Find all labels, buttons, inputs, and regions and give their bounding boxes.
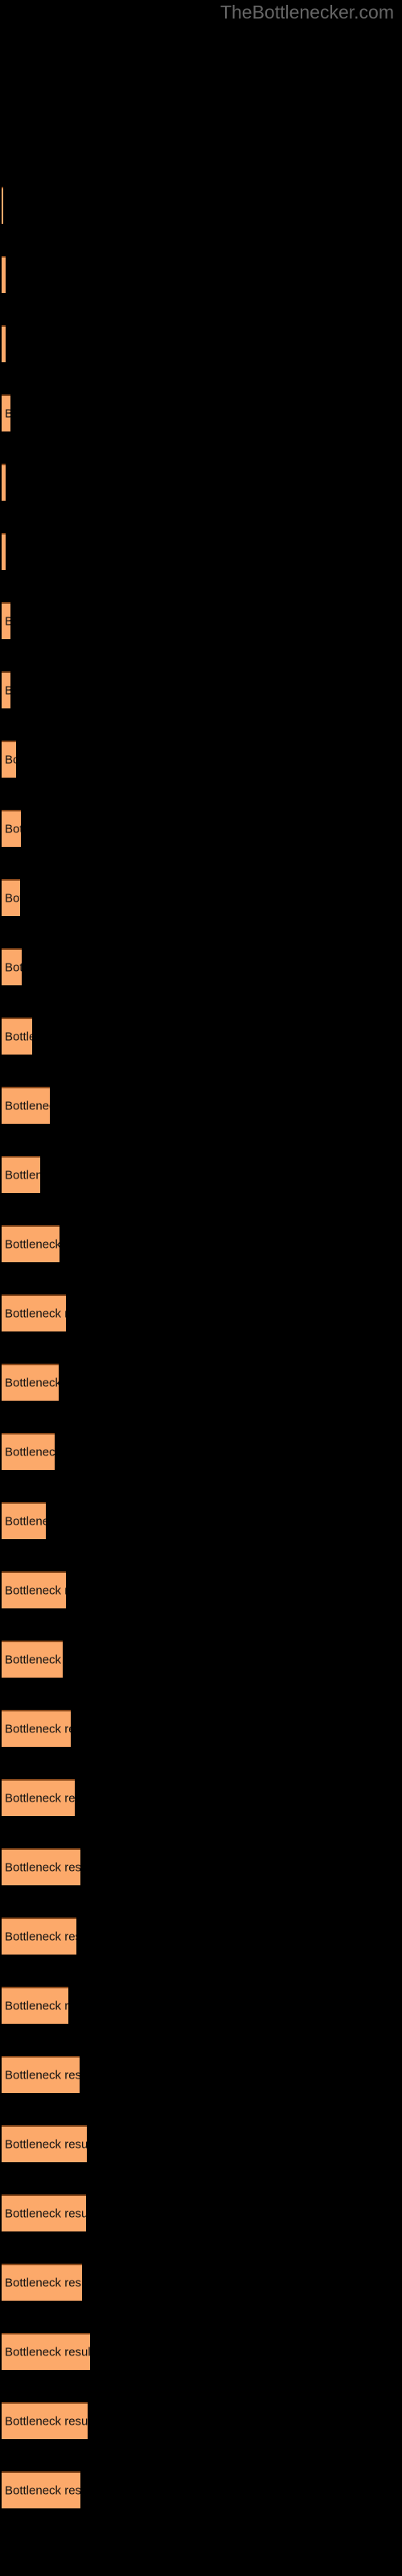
- bar-label: Bottleneck result: [5, 407, 10, 421]
- bar-label: Bottleneck result: [5, 1030, 32, 1044]
- bar-item[interactable]: Bottleneck result: [2, 948, 22, 985]
- bar-label: Bottleneck result: [5, 2414, 88, 2429]
- bar-item[interactable]: Bottleneck result: [2, 1294, 66, 1331]
- bar-label: Bottleneck result: [5, 891, 20, 906]
- bar-label: Bottleneck result: [5, 269, 6, 283]
- bar-label: Bottleneck result: [5, 2068, 80, 2083]
- bar-label: Bottleneck result: [5, 338, 6, 352]
- bar-label: Bottleneck result: [5, 2345, 90, 2359]
- bar-item[interactable]: Bottleneck result: [2, 2402, 88, 2439]
- bar-item[interactable]: Bottleneck result: [2, 671, 10, 708]
- bar-item[interactable]: Bottleneck result: [2, 1433, 55, 1470]
- bar-item[interactable]: Bottleneck result: [2, 1018, 32, 1055]
- bar-item[interactable]: Bottleneck result: [2, 1918, 76, 1955]
- bar-label: Bottleneck result: [5, 684, 10, 698]
- bar-item[interactable]: Bottleneck result: [2, 1641, 63, 1678]
- bar-label: Bottleneck result: [5, 1099, 50, 1113]
- bar-label: Bottleneck result: [5, 477, 6, 490]
- bar-item[interactable]: Bottleneck result: [2, 1364, 59, 1401]
- bar-item[interactable]: Bottleneck result: [2, 533, 6, 570]
- bar-label: Bottleneck result: [5, 753, 16, 767]
- bar-label: Bottleneck result: [5, 822, 21, 836]
- bar-item[interactable]: Bottleneck result: [2, 464, 6, 501]
- bar-label: Bottleneck result: [5, 960, 22, 975]
- bar-label: Bottleneck result: [5, 1722, 71, 1736]
- bar-item[interactable]: Bottleneck result: [2, 741, 16, 778]
- bar-label: Bottleneck result: [5, 1791, 75, 1806]
- bar-label: Bottleneck result: [5, 2137, 87, 2152]
- bar-label: Bottleneck result: [5, 615, 10, 629]
- bar-item[interactable]: Bottleneck result: [2, 325, 6, 362]
- bar-item[interactable]: Bottleneck result: [2, 1571, 66, 1608]
- bar-label: Bottleneck result: [5, 1653, 63, 1667]
- bar-item[interactable]: Bottleneck result: [2, 1087, 50, 1124]
- bar-label: Bottleneck result: [5, 1168, 40, 1183]
- bar-item[interactable]: Bottleneck result: [2, 2471, 80, 2508]
- bar-item[interactable]: Bottleneck result: [2, 187, 3, 224]
- bar-item[interactable]: Bottleneck result: [2, 2194, 86, 2231]
- bar-item[interactable]: Bottleneck result: [2, 2056, 80, 2093]
- bar-label: Bottleneck result: [5, 546, 6, 559]
- bar-item[interactable]: Bottleneck result: [2, 1502, 46, 1539]
- bar-label: Bottleneck result: [5, 2207, 86, 2221]
- bottleneck-bar-chart: TheBottlenecker.com Bottleneck resultBot…: [0, 0, 402, 2576]
- bar-label: Bottleneck result: [5, 1930, 76, 1944]
- bar-label: Bottleneck result: [5, 1999, 68, 2013]
- bar-item[interactable]: Bottleneck result: [2, 2333, 90, 2370]
- bar-item[interactable]: Bottleneck result: [2, 394, 10, 431]
- bar-item[interactable]: Bottleneck result: [2, 602, 10, 639]
- bar-item[interactable]: Bottleneck result: [2, 1225, 59, 1262]
- bar-series: Bottleneck result Bottleneck result Bottle…: [0, 0, 402, 2576]
- bar-item[interactable]: Bottleneck result: [2, 2264, 82, 2301]
- bar-label: Bottleneck result: [5, 1860, 80, 1875]
- bar-item[interactable]: Bottleneck result: [2, 810, 21, 847]
- bar-label: Bottleneck result: [5, 1445, 55, 1459]
- bar-item[interactable]: Bottleneck result: [2, 2125, 87, 2162]
- bar-item[interactable]: Bottleneck result: [2, 1779, 75, 1816]
- bar-label: Bottleneck result: [5, 1237, 59, 1252]
- bar-item[interactable]: Bottleneck result: [2, 879, 20, 916]
- bar-item[interactable]: Bottleneck result: [2, 1987, 68, 2024]
- bar-label: Bottleneck result: [5, 1583, 66, 1598]
- bar-label: Bottleneck result: [5, 2276, 82, 2290]
- bar-item[interactable]: Bottleneck result: [2, 1156, 40, 1193]
- bar-item[interactable]: Bottleneck result: [2, 256, 6, 293]
- bar-label: Bottleneck result: [5, 1307, 66, 1321]
- bar-item[interactable]: Bottleneck result: [2, 1848, 80, 1885]
- bar-label: Bottleneck result: [5, 2483, 80, 2498]
- bar-item[interactable]: Bottleneck result: [2, 1710, 71, 1747]
- bar-label: Bottleneck result: [5, 1376, 59, 1390]
- bar-label: Bottleneck result: [5, 1514, 46, 1529]
